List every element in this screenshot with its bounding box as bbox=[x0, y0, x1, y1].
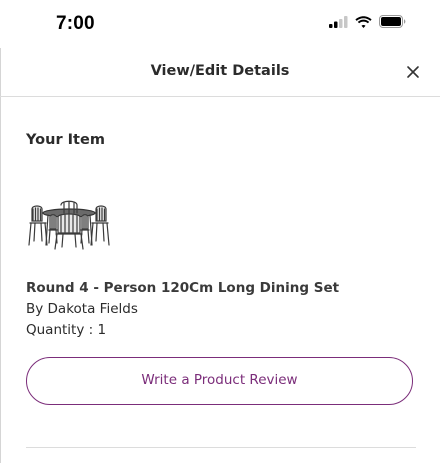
modal-header: View/Edit Details bbox=[0, 48, 440, 97]
product-image[interactable] bbox=[26, 199, 112, 251]
page-title: View/Edit Details bbox=[150, 63, 290, 79]
status-time: 7:00 bbox=[56, 13, 95, 34]
sheet-edge bbox=[0, 48, 1, 463]
cellular-signal-icon bbox=[329, 15, 348, 28]
wifi-icon bbox=[355, 15, 372, 28]
divider bbox=[26, 447, 416, 448]
close-icon bbox=[407, 66, 419, 78]
product-name[interactable]: Round 4 - Person 120Cm Long Dining Set bbox=[26, 280, 339, 296]
write-review-button[interactable]: Write a Product Review bbox=[26, 357, 413, 405]
close-button[interactable] bbox=[404, 63, 422, 81]
status-icons bbox=[329, 15, 406, 28]
section-title: Your Item bbox=[26, 132, 105, 148]
product-brand: By Dakota Fields bbox=[26, 301, 138, 317]
battery-icon bbox=[379, 15, 406, 28]
dining-set-image bbox=[28, 200, 110, 250]
product-quantity: Quantity : 1 bbox=[26, 322, 107, 338]
status-bar: 7:00 bbox=[0, 0, 440, 48]
